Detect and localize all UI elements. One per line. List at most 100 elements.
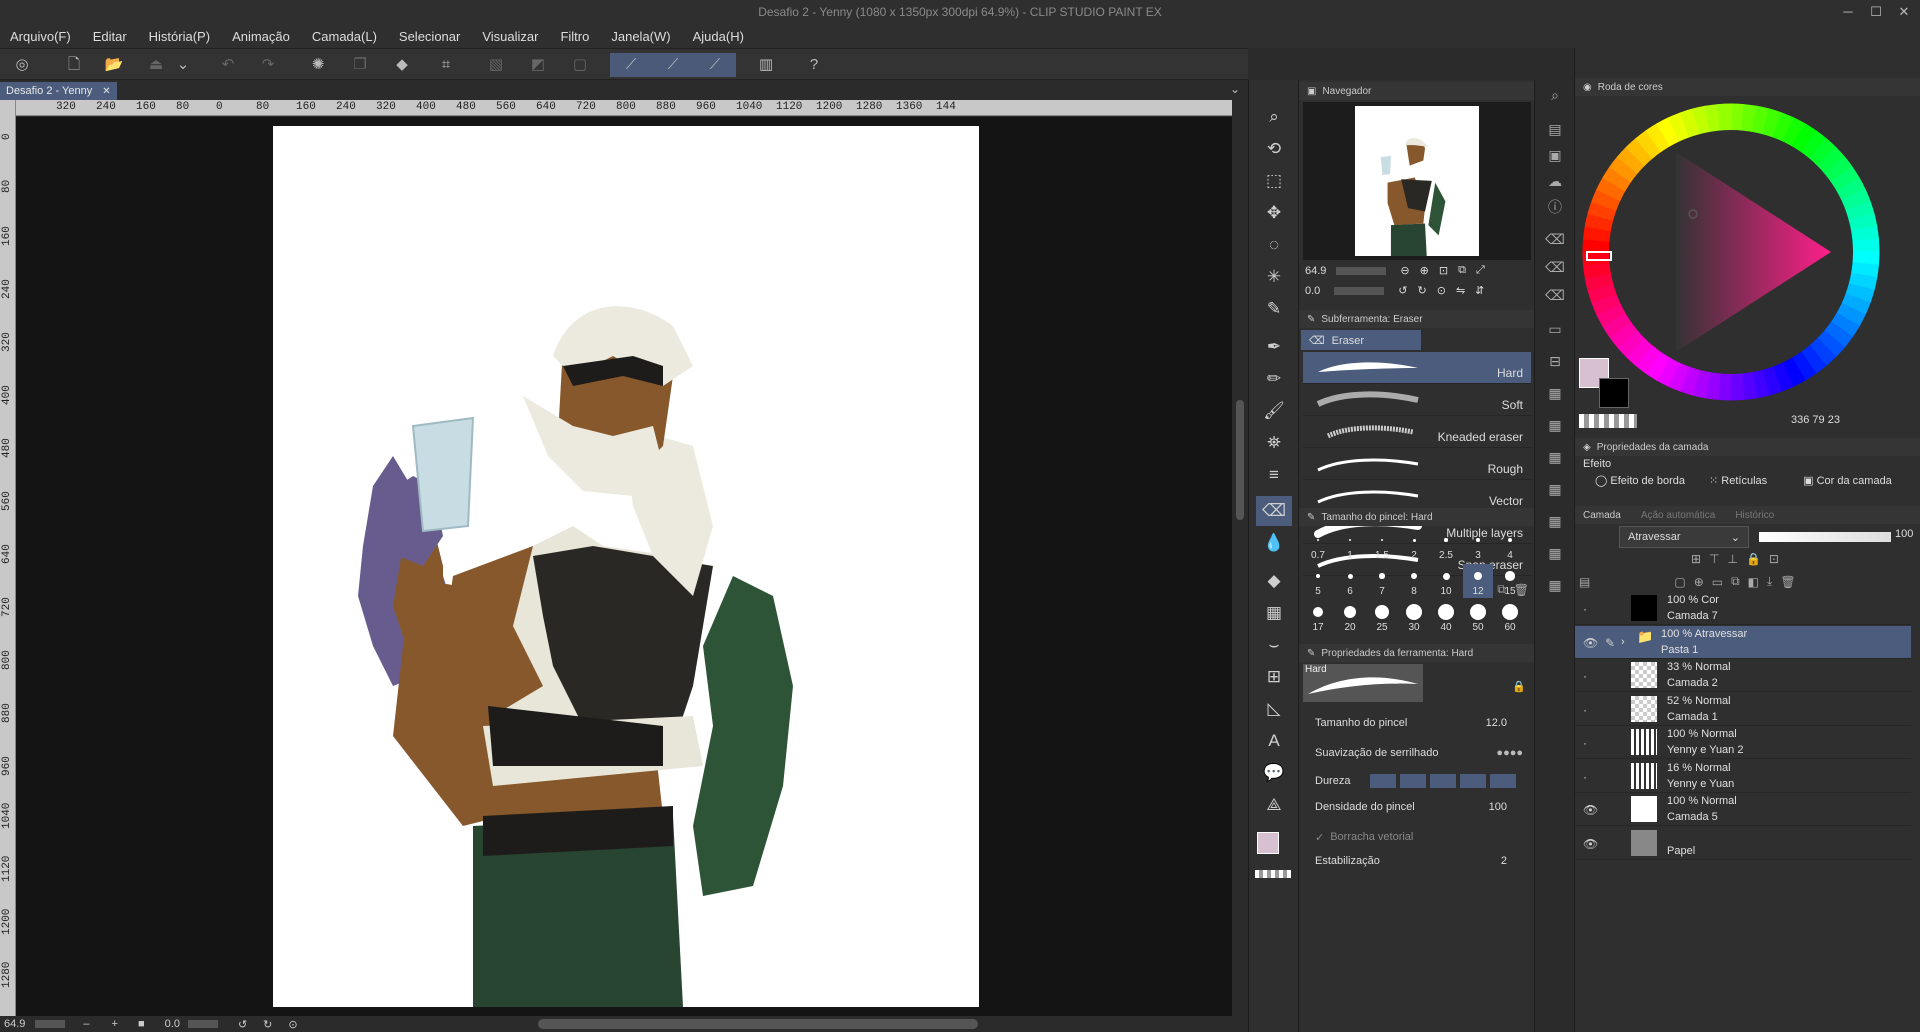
menu-selecionar[interactable]: Selecionar	[399, 29, 460, 44]
layer-row[interactable]: 👁 Papel	[1575, 827, 1911, 860]
ruler-tool-icon[interactable]: ◺	[1256, 694, 1292, 724]
layer-color-button[interactable]: ▣ Cor da camada	[1803, 474, 1892, 487]
opacity-slider[interactable]	[1759, 532, 1891, 542]
hidden-eye-icon[interactable]: ·	[1583, 602, 1587, 616]
layer-row[interactable]: · 100 % Normal Yenny e Yuan 2	[1575, 726, 1911, 759]
navigator-preview[interactable]	[1303, 102, 1531, 260]
layer-lock-icon[interactable]: 🔒	[1746, 552, 1761, 566]
fit-window-icon[interactable]: ⤢	[1476, 264, 1485, 277]
subtool-soft[interactable]: Soft	[1303, 384, 1531, 416]
zoom-out-icon[interactable]: ⊖	[1400, 264, 1409, 277]
layer-row[interactable]: · 16 % Normal Yenny e Yuan	[1575, 760, 1911, 793]
zoom-slider[interactable]	[35, 1020, 66, 1028]
hidden-eye-icon[interactable]: ·	[1583, 669, 1587, 683]
stabilization-prop[interactable]: Estabilização 2	[1303, 850, 1531, 872]
rotate-right-icon[interactable]: ↻	[1418, 284, 1427, 297]
help-icon[interactable]: ?	[802, 53, 826, 77]
pen-tool-icon[interactable]: ✒	[1256, 332, 1292, 362]
folder-expand-icon[interactable]: ›	[1621, 636, 1625, 648]
trash-icon[interactable]: 🗑	[1780, 575, 1795, 589]
copy-icon[interactable]: ❐	[348, 53, 372, 77]
stabilization-value[interactable]: 2	[1501, 855, 1507, 867]
panel-f-icon[interactable]: ▦	[1541, 476, 1569, 502]
menu-ajuda[interactable]: Ajuda(H)	[693, 29, 744, 44]
menu-editar[interactable]: Editar	[93, 29, 127, 44]
eye-icon[interactable]: 👁	[1583, 803, 1598, 817]
menu-historia[interactable]: História(P)	[149, 29, 210, 44]
reset-rotate-icon[interactable]: ⊙	[1437, 284, 1446, 297]
tab-close-icon[interactable]: ✕	[102, 86, 110, 97]
angle-slider[interactable]	[187, 1020, 218, 1028]
antialias-options-icon[interactable]: ●●●●	[1496, 747, 1523, 759]
panel-i-icon[interactable]: ▦	[1541, 572, 1569, 598]
figure-tool-icon[interactable]: ⌣	[1256, 630, 1292, 660]
eraser-preset-2-icon[interactable]: ⌫	[1541, 254, 1569, 280]
close-button[interactable]: ✕	[1890, 0, 1918, 24]
eraser-preset-3-icon[interactable]: ⌫	[1541, 282, 1569, 308]
panel-d-icon[interactable]: ▦	[1541, 412, 1569, 438]
subtool-hard[interactable]: Hard	[1303, 352, 1531, 384]
flip-vertical-icon[interactable]: ⇵	[1475, 284, 1484, 297]
eyedropper-icon[interactable]: ✎	[1256, 294, 1292, 324]
lock-icon[interactable]: 🔒	[1512, 680, 1526, 693]
clip-studio-icon[interactable]: ◎	[10, 53, 34, 77]
layer-copy-icon[interactable]: ⧉	[1731, 574, 1740, 589]
sub-color-swatch[interactable]	[1599, 378, 1629, 408]
loading-icon[interactable]: ✺	[306, 53, 330, 77]
tab-menu-icon[interactable]: ⌄	[1230, 82, 1240, 96]
opacity-value[interactable]: 100	[1895, 528, 1913, 540]
hidden-eye-icon[interactable]: ·	[1583, 703, 1587, 717]
panel-a-icon[interactable]: ▭	[1541, 316, 1569, 342]
rotate-tool-icon[interactable]: ⟲	[1256, 134, 1292, 164]
panel-e-icon[interactable]: ▦	[1541, 444, 1569, 470]
canvas-area[interactable]	[16, 117, 1232, 1016]
redo-icon[interactable]: ↷	[256, 53, 280, 77]
new-folder-icon[interactable]: ▭	[1712, 575, 1723, 589]
density-prop[interactable]: Densidade do pincel 100	[1303, 796, 1531, 818]
clear-icon[interactable]: ▧	[484, 53, 508, 77]
hardness-prop[interactable]: Dureza	[1303, 770, 1531, 792]
brush-size-option[interactable]: 2	[1399, 528, 1429, 562]
brush-size-value[interactable]: 12.0	[1486, 717, 1507, 729]
layer-row[interactable]: · 33 % Normal Camada 2	[1575, 659, 1911, 692]
airbrush-tool-icon[interactable]: ⛯	[1256, 428, 1292, 458]
brush-size-option[interactable]: 1.5	[1367, 528, 1397, 562]
color-wheel[interactable]	[1581, 102, 1881, 402]
menu-janela[interactable]: Janela(W)	[611, 29, 670, 44]
hidden-eye-icon[interactable]: ·	[1583, 736, 1587, 750]
decoration-tool-icon[interactable]: ≡	[1256, 460, 1292, 490]
fit-icon[interactable]: ■	[138, 1018, 145, 1030]
layer-tool-a-icon[interactable]: ⊞	[1691, 552, 1701, 566]
brush-size-option[interactable]: 50	[1463, 600, 1493, 634]
brush-tool-icon[interactable]: 🖌	[1256, 396, 1292, 426]
brush-size-option[interactable]: 7	[1367, 564, 1397, 598]
eraser-tool-icon[interactable]: ⌫	[1256, 496, 1292, 526]
horizontal-scrollbar[interactable]	[537, 1019, 978, 1029]
open-folder-icon[interactable]: 📂	[102, 53, 126, 77]
eye-icon[interactable]: 👁	[1583, 636, 1598, 650]
layer-row[interactable]: · 100 % Cor Camada 7	[1575, 592, 1911, 625]
new-file-icon[interactable]: 🗋	[62, 53, 86, 77]
selection-border-icon[interactable]: ▢	[568, 53, 592, 77]
vector-eraser-prop[interactable]: ✓ Borracha vetorial	[1303, 826, 1531, 848]
pen-mode-1-icon[interactable]: ⟋	[610, 53, 652, 77]
vector-eraser-check-icon[interactable]: ✓	[1315, 831, 1324, 844]
chevron-down-icon[interactable]: ⌄	[176, 53, 190, 77]
brush-size-option[interactable]: 4	[1495, 528, 1525, 562]
layer-mask-icon[interactable]: ◧	[1748, 575, 1759, 589]
subtool-group-tab[interactable]: ⌫ Eraser	[1301, 330, 1421, 350]
new-raster-layer-icon[interactable]: ▢	[1674, 575, 1685, 589]
density-value[interactable]: 100	[1489, 801, 1507, 813]
brush-size-option[interactable]: 12	[1463, 564, 1493, 598]
gradient-tool-icon[interactable]: ▦	[1256, 598, 1292, 628]
zoom-in-button[interactable]: +	[112, 1018, 118, 1030]
layer-row[interactable]: · 52 % Normal Camada 1	[1575, 693, 1911, 726]
minimize-button[interactable]: ─	[1834, 0, 1862, 24]
hidden-eye-icon[interactable]: ·	[1583, 770, 1587, 784]
rotate-right-icon[interactable]: ↻	[263, 1018, 272, 1031]
layer-tab[interactable]: Camada	[1583, 510, 1621, 521]
brush-size-prop[interactable]: Tamanho do pincel 12.0	[1303, 712, 1531, 734]
screentone-button[interactable]: ⁙ Retículas	[1709, 474, 1767, 487]
fill-icon[interactable]: ◆	[390, 53, 414, 77]
brush-size-option[interactable]: 40	[1431, 600, 1461, 634]
